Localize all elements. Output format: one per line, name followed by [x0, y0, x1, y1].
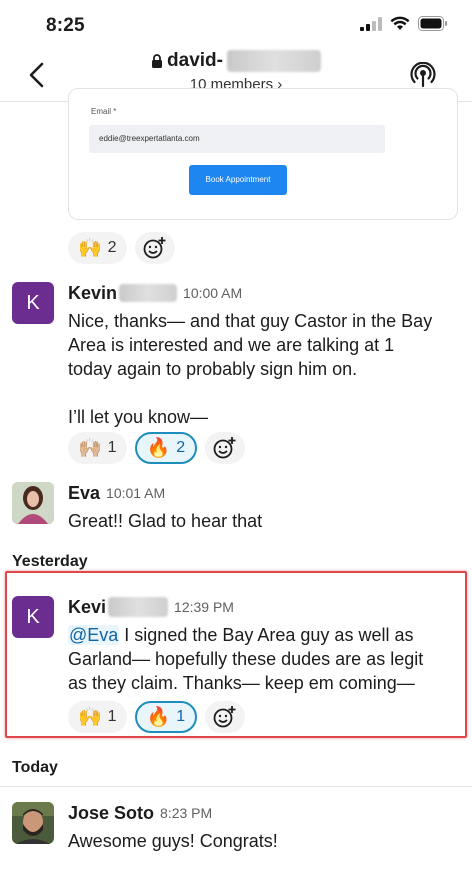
avatar[interactable] — [12, 482, 54, 524]
status-time: 8:25 — [46, 15, 85, 36]
message-text: Nice, thanks— and that guy Castor in the… — [68, 311, 433, 427]
day-divider — [0, 786, 472, 787]
add-emoji-icon — [213, 437, 236, 459]
channel-name: david- — [167, 50, 223, 71]
avatar[interactable] — [12, 802, 54, 844]
battery-icon — [418, 16, 447, 31]
message-reactions: 🙌 1 🔥 1 — [68, 701, 246, 733]
avatar-photo — [12, 802, 54, 844]
add-emoji-icon — [143, 237, 166, 259]
card-reactions: 🙌 2 — [68, 232, 175, 264]
message-reactions: 🙌🏼 1 🔥 2 — [68, 432, 246, 464]
wifi-icon — [390, 16, 410, 30]
message-time: 12:39 PM — [174, 599, 234, 615]
raised-hands-emoji: 🙌 — [78, 706, 102, 728]
message-time: 8:23 PM — [160, 805, 213, 821]
redacted-name — [108, 597, 169, 617]
message-kevin-2[interactable]: K Kevi 12:39 PM @Eva I signed the Bay Ar… — [12, 596, 462, 693]
avatar[interactable]: K — [12, 282, 54, 324]
message-text: Great!! Glad to hear that — [68, 511, 263, 531]
user-mention[interactable]: @Eva — [68, 625, 120, 645]
fire-emoji: 🔥 — [146, 437, 171, 459]
sender-name[interactable]: Jose Soto — [68, 803, 154, 824]
sender-name[interactable]: Kevin — [68, 283, 117, 304]
fire-emoji: 🔥 — [146, 706, 171, 728]
status-icons — [360, 16, 448, 31]
day-header-today: Today — [12, 759, 58, 776]
sender-name[interactable]: Kevi — [68, 597, 106, 618]
add-emoji-icon — [213, 706, 236, 728]
reaction-pill[interactable]: 🙌 2 — [68, 232, 127, 264]
day-header-yesterday: Yesterday — [12, 553, 88, 570]
message-eva[interactable]: Eva 10:01 AM Great!! Glad to hear that — [12, 482, 462, 538]
avatar[interactable]: K — [12, 596, 54, 638]
book-appointment-button[interactable]: Book Appointment — [189, 165, 287, 195]
message-jose[interactable]: Jose Soto 8:23 PM Awesome guys! Congrats… — [12, 802, 462, 858]
reaction-pill[interactable]: 🙌🏼 1 — [68, 432, 127, 464]
redacted-name — [226, 50, 321, 72]
reaction-count: 2 — [107, 239, 117, 256]
add-reaction-button[interactable] — [134, 232, 175, 264]
add-reaction-button[interactable] — [205, 432, 246, 464]
channel-title-block[interactable]: david- 10 members › — [0, 50, 472, 93]
reaction-pill-active[interactable]: 🔥 2 — [134, 432, 198, 464]
reaction-pill-active[interactable]: 🔥 1 — [134, 701, 198, 733]
huddle-icon[interactable] — [410, 62, 436, 88]
sender-name[interactable]: Eva — [68, 483, 100, 504]
message-text: @Eva I signed the Bay Area guy as well a… — [68, 625, 424, 693]
message-time: 10:00 AM — [183, 285, 243, 301]
message-text: Awesome guys! Congrats! — [68, 831, 278, 851]
reaction-pill[interactable]: 🙌 1 — [68, 701, 127, 733]
lock-icon — [152, 54, 163, 68]
cellular-signal-icon — [360, 16, 382, 31]
avatar-photo — [12, 482, 54, 524]
raised-hands-emoji: 🙌🏼 — [78, 437, 102, 459]
message-time: 10:01 AM — [106, 485, 166, 501]
status-bar: 8:25 — [0, 0, 472, 44]
add-reaction-button[interactable] — [205, 701, 246, 733]
booking-form-preview[interactable]: Email * eddie@treexpertatlanta.com Book … — [68, 88, 458, 220]
email-field: eddie@treexpertatlanta.com — [89, 125, 385, 153]
raised-hands-emoji: 🙌 — [78, 237, 102, 259]
email-label: Email * — [91, 107, 117, 116]
redacted-name — [119, 284, 178, 302]
